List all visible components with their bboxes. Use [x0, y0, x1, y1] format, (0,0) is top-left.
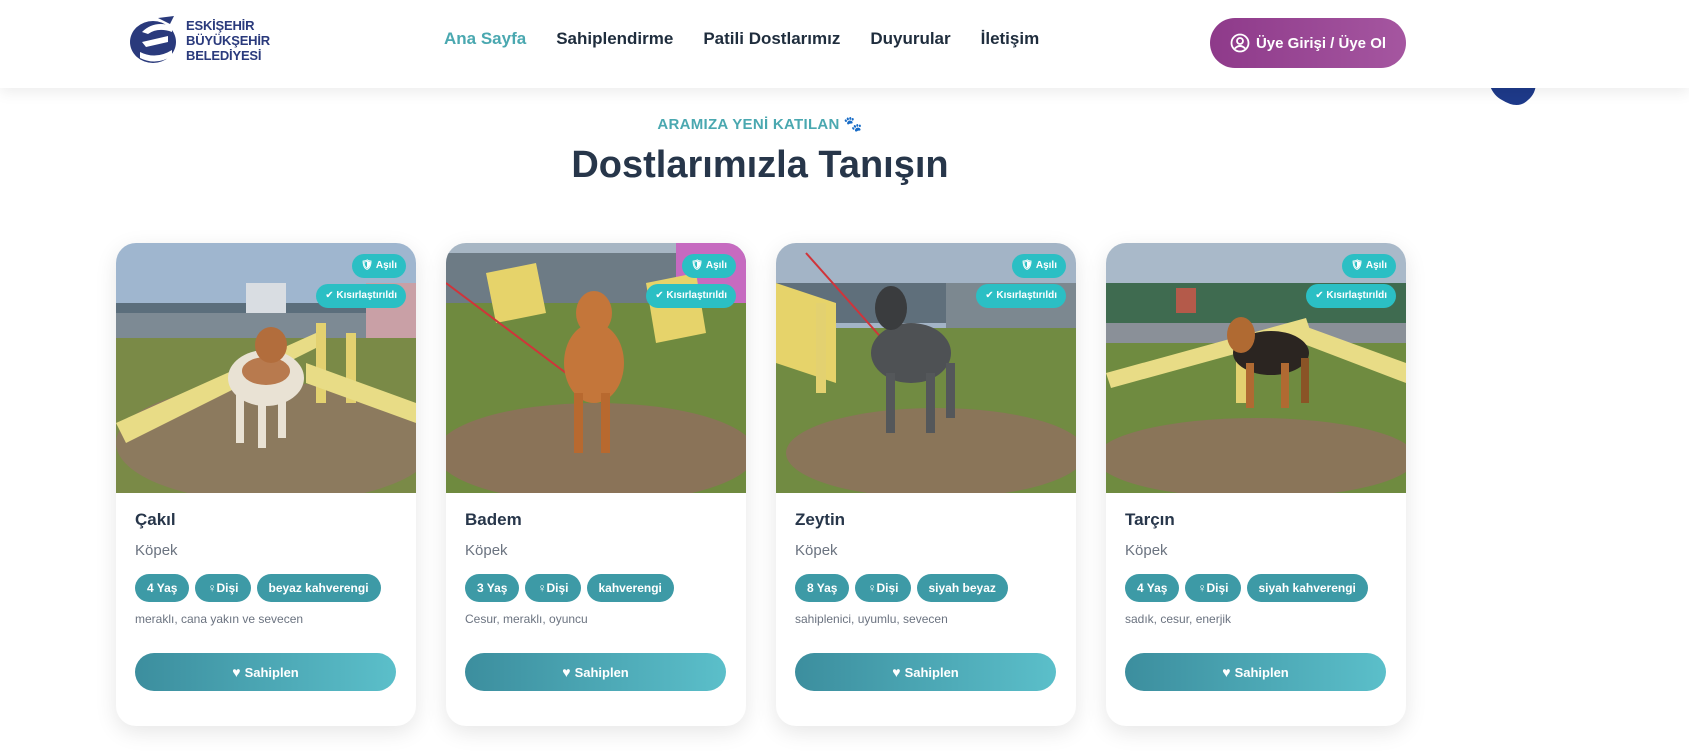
- nav-item-adoption[interactable]: Sahiplendirme: [556, 29, 673, 49]
- age-chip: 8 Yaş: [795, 574, 850, 602]
- neutered-badge: ✔ Kısırlaştırıldı: [316, 284, 406, 308]
- adopt-button[interactable]: ♥ Sahiplen: [135, 653, 396, 691]
- adopt-button[interactable]: ♥ Sahiplen: [1125, 653, 1386, 691]
- site-header: ESKİŞEHİR BÜYÜKŞEHİR BELEDİYESİ Ana Sayf…: [0, 0, 1689, 88]
- color-chip: siyah beyaz: [916, 574, 1008, 602]
- login-register-button[interactable]: Üye Girişi / Üye Ol: [1210, 18, 1406, 68]
- pet-type: Köpek: [465, 542, 508, 559]
- pet-name: Badem: [465, 510, 522, 529]
- pet-cards: 🛡 Aşılı ✔ Kısırlaştırıldı Çakıl Köpek 4 …: [116, 243, 1406, 726]
- age-chip: 3 Yaş: [465, 574, 520, 602]
- adopt-button-label: Sahiplen: [244, 664, 299, 680]
- gender-chip: ♀Dişi: [195, 574, 251, 602]
- pet-traits: meraklı, cana yakın ve sevecen: [135, 612, 304, 626]
- adopt-button[interactable]: ♥ Sahiplen: [465, 653, 726, 691]
- gender-chip: ♀Dişi: [525, 574, 581, 602]
- neutered-badge: ✔ Kısırlaştırıldı: [976, 284, 1066, 308]
- gender-chip-label: Dişi: [1206, 581, 1229, 595]
- heart-icon: ♥: [562, 664, 571, 680]
- nav-item-home[interactable]: Ana Sayfa: [444, 29, 526, 49]
- logo-emblem-icon: [128, 14, 182, 66]
- nav-item-contact[interactable]: İletişim: [981, 29, 1040, 49]
- vaccinated-badge-label: Aşılı: [1035, 260, 1057, 271]
- pet-photo[interactable]: 🛡 Aşılı ✔ Kısırlaştırıldı: [116, 243, 416, 493]
- gender-chip-label: Dişi: [876, 581, 899, 595]
- vaccinated-badge-label: Aşılı: [705, 260, 727, 271]
- vaccinated-badge-label: Aşılı: [1365, 260, 1387, 271]
- pet-photo[interactable]: 🛡 Aşılı ✔ Kısırlaştırıldı: [1106, 243, 1406, 493]
- logo-text: ESKİŞEHİR BÜYÜKŞEHİR BELEDİYESİ: [186, 18, 270, 63]
- gender-chip-label: Dişi: [216, 581, 239, 595]
- section-eyebrow-text: ARAMIZA YENİ KATILAN: [657, 116, 840, 133]
- heart-icon: ♥: [892, 664, 901, 680]
- neutered-badge: ✔ Kısırlaştırıldı: [1306, 284, 1396, 308]
- user-circle-icon: [1230, 33, 1250, 53]
- heart-icon: ♥: [1222, 664, 1231, 680]
- color-chip: siyah kahverengi: [1246, 574, 1368, 602]
- vaccinated-badge: 🛡 Aşılı: [351, 254, 406, 278]
- color-chip: kahverengi: [586, 574, 674, 602]
- pet-type: Köpek: [135, 542, 178, 559]
- pet-type: Köpek: [795, 542, 838, 559]
- pet-traits: Cesur, meraklı, oyuncu: [465, 612, 588, 626]
- pet-name: Zeytin: [795, 510, 846, 529]
- pet-card: 🛡 Aşılı ✔ Kısırlaştırıldı Tarçın Köpek 4…: [1106, 243, 1406, 726]
- municipality-logo[interactable]: ESKİŞEHİR BÜYÜKŞEHİR BELEDİYESİ: [128, 14, 288, 66]
- neutered-badge-label: Kısırlaştırıldı: [336, 290, 397, 301]
- pet-traits: sadık, cesur, enerjik: [1125, 612, 1232, 626]
- logo-line-2: BÜYÜKŞEHİR: [186, 32, 270, 48]
- adopt-button-label: Sahiplen: [1234, 664, 1289, 680]
- adopt-button-label: Sahiplen: [574, 664, 629, 680]
- nav-item-announcements[interactable]: Duyurular: [870, 29, 950, 49]
- pet-card: 🛡 Aşılı ✔ Kısırlaştırıldı Badem Köpek 3 …: [446, 243, 746, 726]
- pet-photo[interactable]: 🛡 Aşılı ✔ Kısırlaştırıldı: [446, 243, 746, 493]
- gender-chip: ♀Dişi: [1185, 574, 1241, 602]
- neutered-badge-label: Kısırlaştırıldı: [1326, 290, 1387, 301]
- age-chip: 4 Yaş: [1125, 574, 1180, 602]
- pet-card: 🛡 Aşılı ✔ Kısırlaştırıldı Çakıl Köpek 4 …: [116, 243, 416, 726]
- pet-traits: sahiplenici, uyumlu, sevecen: [795, 612, 948, 626]
- vaccinated-badge-label: Aşılı: [375, 260, 397, 271]
- neutered-badge-label: Kısırlaştırıldı: [996, 290, 1057, 301]
- gender-chip-label: Dişi: [546, 581, 569, 595]
- heart-icon: ♥: [232, 664, 241, 680]
- logo-line-3: BELEDİYESİ: [186, 47, 262, 63]
- pet-type: Köpek: [1125, 542, 1168, 559]
- vaccinated-badge: 🛡 Aşılı: [681, 254, 736, 278]
- pet-name: Tarçın: [1125, 510, 1175, 529]
- gender-chip: ♀Dişi: [855, 574, 911, 602]
- paw-icon: 🐾: [843, 116, 863, 133]
- nav-item-our-pets[interactable]: Patili Dostlarımız: [703, 29, 840, 49]
- pet-card: 🛡 Aşılı ✔ Kısırlaştırıldı Zeytin Köpek 8…: [776, 243, 1076, 726]
- section-title: Dostlarımızla Tanışın: [571, 144, 949, 186]
- age-chip: 4 Yaş: [135, 574, 190, 602]
- neutered-badge: ✔ Kısırlaştırıldı: [646, 284, 736, 308]
- adopt-button[interactable]: ♥ Sahiplen: [795, 653, 1056, 691]
- adopt-button-label: Sahiplen: [904, 664, 959, 680]
- pet-name: Çakıl: [135, 510, 176, 529]
- login-register-label: Üye Girişi / Üye Ol: [1255, 34, 1387, 52]
- color-chip: beyaz kahverengi: [256, 574, 381, 602]
- section-eyebrow: ARAMIZA YENİ KATILAN 🐾: [0, 115, 1520, 133]
- neutered-badge-label: Kısırlaştırıldı: [666, 290, 727, 301]
- main-nav: Ana Sayfa Sahiplendirme Patili Dostlarım…: [444, 29, 1069, 49]
- logo-line-1: ESKİŞEHİR: [186, 17, 255, 33]
- vaccinated-badge: 🛡 Aşılı: [1341, 254, 1396, 278]
- vaccinated-badge: 🛡 Aşılı: [1011, 254, 1066, 278]
- pet-photo[interactable]: 🛡 Aşılı ✔ Kısırlaştırıldı: [776, 243, 1076, 493]
